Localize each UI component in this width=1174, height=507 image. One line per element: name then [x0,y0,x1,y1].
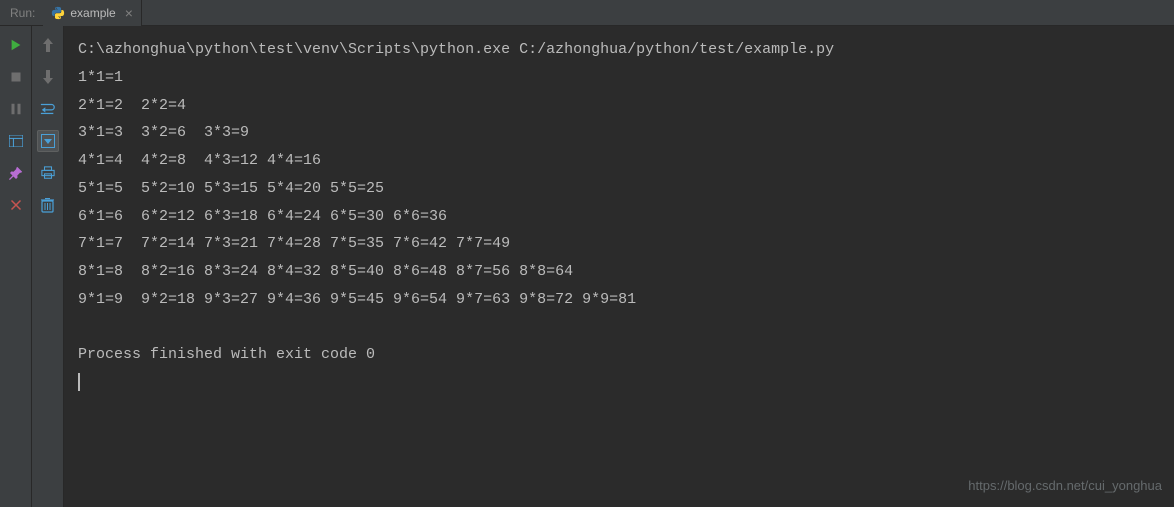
tab-label: example [70,6,115,20]
console-line: 7*1=7 7*2=14 7*3=21 7*4=28 7*5=35 7*6=42… [78,230,1160,258]
console-line: 8*1=8 8*2=16 8*3=24 8*4=32 8*5=40 8*6=48… [78,258,1160,286]
stop-button[interactable] [5,66,27,88]
console-output[interactable]: C:\azhonghua\python\test\venv\Scripts\py… [64,26,1174,507]
down-arrow-icon[interactable] [37,66,59,88]
run-label: Run: [0,6,43,20]
console-line: 1*1=1 [78,64,1160,92]
watermark-text: https://blog.csdn.net/cui_yonghua [968,478,1162,493]
console-blank [78,314,1160,342]
console-command: C:\azhonghua\python\test\venv\Scripts\py… [78,36,1160,64]
console-exit-line: Process finished with exit code 0 [78,341,1160,369]
caret-line [78,369,1160,397]
scroll-to-end-icon[interactable] [37,130,59,152]
trash-icon[interactable] [37,194,59,216]
console-nav-gutter [32,26,64,507]
run-tab-example[interactable]: example × [43,0,142,26]
close-panel-icon[interactable] [5,194,27,216]
pin-icon[interactable] [5,162,27,184]
pause-button[interactable] [5,98,27,120]
python-file-icon [51,6,65,20]
console-line: 9*1=9 9*2=18 9*3=27 9*4=36 9*5=45 9*6=54… [78,286,1160,314]
layout-icon[interactable] [5,130,27,152]
console-line: 5*1=5 5*2=10 5*3=15 5*4=20 5*5=25 [78,175,1160,203]
run-tool-header: Run: example × [0,0,1174,26]
print-icon[interactable] [37,162,59,184]
run-button[interactable] [5,34,27,56]
console-line: 6*1=6 6*2=12 6*3=18 6*4=24 6*5=30 6*6=36 [78,203,1160,231]
main-area: C:\azhonghua\python\test\venv\Scripts\py… [0,26,1174,507]
console-line: 4*1=4 4*2=8 4*3=12 4*4=16 [78,147,1160,175]
soft-wrap-icon[interactable] [37,98,59,120]
up-arrow-icon[interactable] [37,34,59,56]
close-tab-icon[interactable]: × [121,5,133,21]
run-actions-gutter [0,26,32,507]
console-line: 2*1=2 2*2=4 [78,92,1160,120]
console-line: 3*1=3 3*2=6 3*3=9 [78,119,1160,147]
